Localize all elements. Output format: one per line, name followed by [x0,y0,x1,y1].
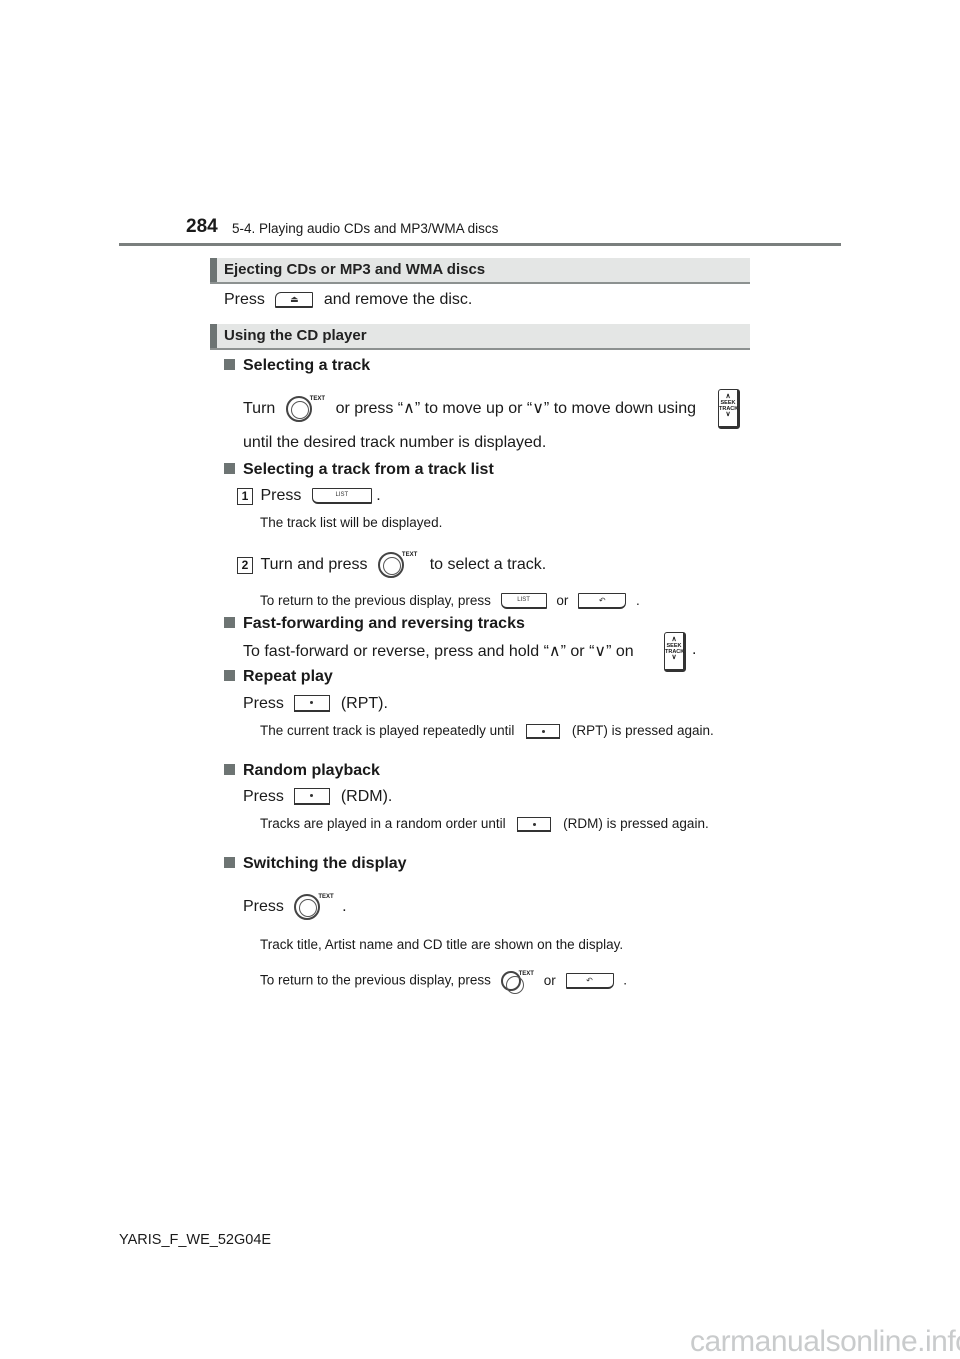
heading-bar [210,324,217,348]
step-number: 2 [237,557,253,575]
bullet-square-icon [224,359,235,370]
selecting-track-line2: until the desired track number is displa… [243,434,547,451]
track-list-step2: 2 Turn and press TEXT to select a track. [237,552,546,578]
subheading-repeat: Repeat play [224,668,333,686]
section-heading-ejecting: Ejecting CDs or MP3 and WMA discs [210,258,750,284]
bullet-square-icon [224,617,235,628]
subheading-switch-display: Switching the display [224,855,407,873]
selecting-track-line1: Turn TEXT or press “∧” to move up or “∨”… [243,396,696,422]
random-instruction: Press (RDM). [243,788,393,806]
repeat-instruction: Press (RPT). [243,695,388,713]
switch-display-note: Track title, Artist name and CD title ar… [260,937,624,952]
seek-track-button-icon: ∧ SEEK TRACK ∨ [664,632,686,672]
section-heading-cd-player: Using the CD player [210,324,750,350]
track-list-return-note: To return to the previous display, press… [260,593,640,610]
page-number: 284 [186,216,218,237]
track-list-step1-note: The track list will be displayed. [260,515,443,530]
subheading-selecting-track: Selecting a track [224,357,370,375]
bullet-square-icon [224,463,235,474]
bullet-square-icon [224,670,235,681]
subheading-random: Random playback [224,762,380,780]
list-button-icon: LIST [500,593,547,610]
fast-forward-period: . [692,641,697,658]
track-list-step1: 1 Press LIST . [237,487,381,505]
back-button-icon: ↶ [578,593,627,610]
bullet-square-icon [224,857,235,868]
rpt-button-icon [526,723,561,739]
watermark: carmanualsonline.info [690,1325,960,1358]
rdm-button-icon [517,816,552,832]
switch-display-return-note: To return to the previous display, press… [260,971,627,994]
repeat-note: The current track is played repeatedly u… [260,723,714,739]
text-knob-icon [500,971,524,994]
section-title: Ejecting CDs or MP3 and WMA discs [224,261,486,278]
eject-instruction: Press ⏏ and remove the disc. [224,291,473,308]
eject-button-icon: ⏏ [275,291,314,308]
random-note: Tracks are played in a random order unti… [260,816,709,832]
seek-track-button-icon: ∧ SEEK TRACK ∨ [718,389,740,429]
bullet-square-icon [224,764,235,775]
subheading-fast-forward: Fast-forwarding and reversing tracks [224,615,525,633]
rpt-button-icon [294,695,331,713]
back-button-icon: ↶ [565,973,614,989]
section-title: Using the CD player [224,327,367,344]
heading-bar [210,258,217,282]
document-code: YARIS_F_WE_52G04E [119,1232,272,1248]
chapter-title: 5-4. Playing audio CDs and MP3/WMA discs [232,221,499,236]
list-button-icon: LIST [311,487,372,504]
fast-forward-text: To fast-forward or reverse, press and ho… [243,643,634,660]
text-knob-icon [294,894,321,920]
step-number: 1 [237,488,253,505]
text-knob-icon [377,552,404,578]
switch-display-instruction: Press TEXT . [243,894,347,920]
header-divider [119,243,841,246]
text-knob-icon [285,396,312,422]
subheading-track-list: Selecting a track from a track list [224,461,494,479]
rdm-button-icon [294,788,331,806]
